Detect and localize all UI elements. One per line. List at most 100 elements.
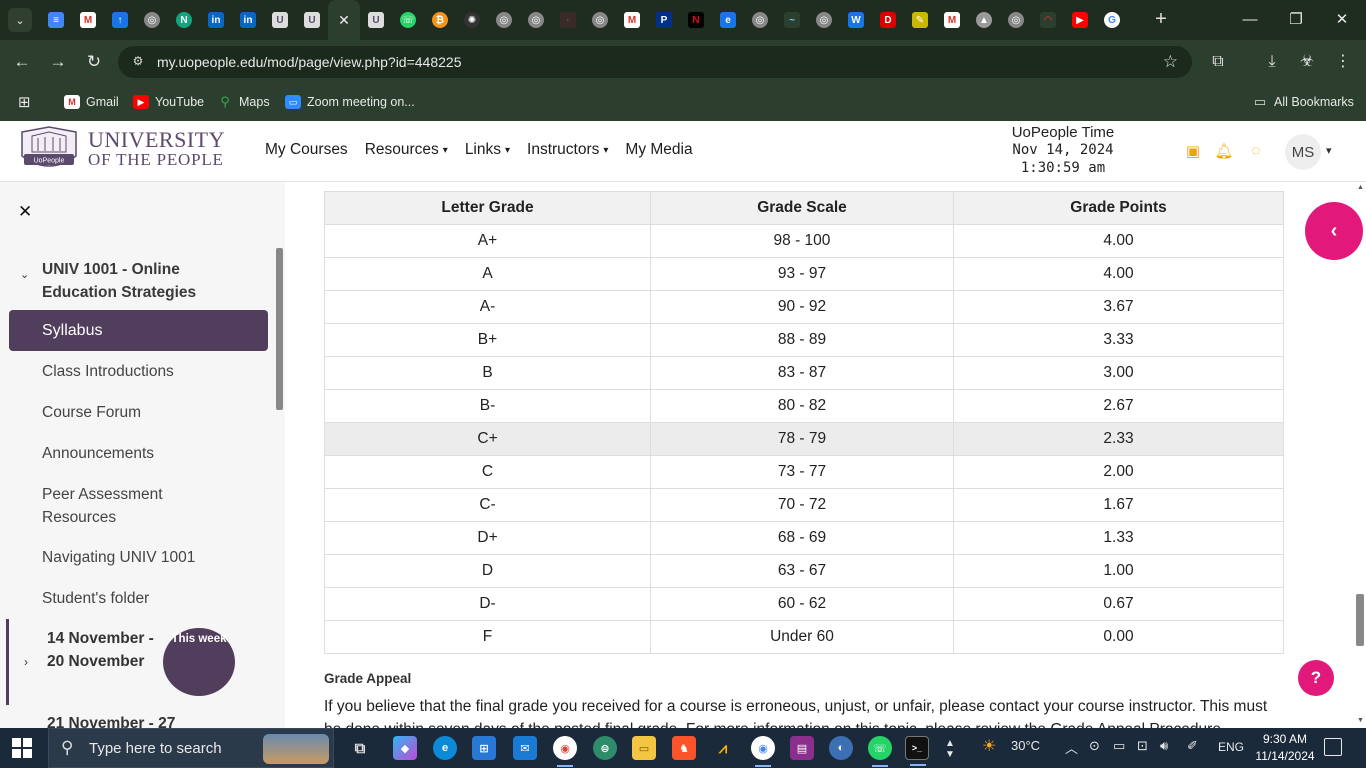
- taskbar-scroll-icon[interactable]: ▲ ▼: [945, 738, 955, 760]
- tab[interactable]: ◠: [1032, 0, 1064, 40]
- address-bar[interactable]: ⚙ my.uopeople.edu/mod/page/view.php?id=4…: [118, 46, 1192, 78]
- tab[interactable]: ◎: [584, 0, 616, 40]
- tab[interactable]: M: [72, 0, 104, 40]
- taskbar-search[interactable]: ⚲ Type here to search: [48, 728, 334, 768]
- chat-bubble-icon[interactable]: ◌: [1246, 142, 1266, 162]
- bookmark-gmail[interactable]: M Gmail: [64, 92, 119, 112]
- tab[interactable]: ▲: [968, 0, 1000, 40]
- drawer-item-students-folder[interactable]: Student's folder: [42, 587, 242, 610]
- tab[interactable]: ₿: [424, 0, 456, 40]
- weather-sun-icon[interactable]: ☀: [982, 736, 996, 756]
- search-highlight-image[interactable]: [263, 734, 329, 764]
- tab[interactable]: ◎: [808, 0, 840, 40]
- extensions-icon[interactable]: ⧉: [1206, 50, 1230, 74]
- tab[interactable]: in: [200, 0, 232, 40]
- edge-icon[interactable]: e: [433, 736, 457, 760]
- bookmark-zoom[interactable]: ▭ Zoom meeting on...: [285, 92, 415, 112]
- volume-icon[interactable]: 🔊︎: [1160, 738, 1168, 754]
- close-window-icon[interactable]: ✕: [1330, 8, 1354, 32]
- nav-links[interactable]: Links ▾: [465, 141, 510, 159]
- tab[interactable]: P: [648, 0, 680, 40]
- tab[interactable]: U: [296, 0, 328, 40]
- tab[interactable]: ~: [776, 0, 808, 40]
- site-info-icon[interactable]: ⚙: [130, 54, 146, 70]
- temperature[interactable]: 30°C: [1011, 738, 1040, 753]
- reload-icon[interactable]: ↻: [82, 50, 106, 74]
- nav-my-courses[interactable]: My Courses: [265, 141, 348, 159]
- mail-icon[interactable]: ✉: [513, 736, 537, 760]
- menu-kebab-icon[interactable]: ⋮: [1331, 50, 1355, 74]
- back-arrow-icon[interactable]: ←: [10, 50, 34, 74]
- close-icon[interactable]: ✕: [336, 12, 352, 28]
- tab[interactable]: ☏: [392, 0, 424, 40]
- windows-start-icon[interactable]: [12, 738, 32, 758]
- copilot-icon[interactable]: ◆: [393, 736, 417, 760]
- notification-icon[interactable]: [1324, 738, 1342, 756]
- apps-grid-icon[interactable]: ⊞: [18, 92, 31, 112]
- tab[interactable]: D: [872, 0, 904, 40]
- app-icon[interactable]: ◐: [829, 736, 853, 760]
- app-icon[interactable]: ⊜: [593, 736, 617, 760]
- new-tab-plus-icon[interactable]: +: [1150, 8, 1172, 30]
- next-week-section-title[interactable]: 21 November - 27: [47, 715, 175, 728]
- taskbar-clock[interactable]: 9:30 AM 11/14/2024: [1252, 731, 1318, 765]
- app-icon[interactable]: ⩘: [711, 736, 735, 760]
- tray-app-icon[interactable]: ⊙: [1089, 738, 1100, 754]
- tab[interactable]: e: [712, 0, 744, 40]
- scroll-down-arrow-icon[interactable]: ▼: [1357, 717, 1364, 724]
- tab[interactable]: ·: [552, 0, 584, 40]
- whatsapp-icon[interactable]: ☏: [868, 736, 892, 767]
- store-icon[interactable]: ⊞: [472, 736, 496, 760]
- bell-icon[interactable]: 🔔︎: [1214, 142, 1234, 162]
- close-drawer-icon[interactable]: ✕: [18, 202, 32, 222]
- tab[interactable]: ▶: [1064, 0, 1096, 40]
- winrar-icon[interactable]: ▤: [790, 736, 814, 760]
- network-icon[interactable]: ⊡: [1137, 738, 1148, 754]
- tab[interactable]: ✺: [456, 0, 488, 40]
- nav-resources[interactable]: Resources ▾: [365, 141, 448, 159]
- chevron-down-icon[interactable]: ▾: [1326, 144, 1332, 157]
- pen-icon[interactable]: ✐: [1187, 738, 1198, 754]
- task-view-icon[interactable]: ⧉: [348, 736, 372, 760]
- drawer-item-course-forum[interactable]: Course Forum: [42, 401, 242, 424]
- tab[interactable]: M: [936, 0, 968, 40]
- tab[interactable]: ≡: [40, 0, 72, 40]
- tab[interactable]: U: [264, 0, 296, 40]
- drawer-item-navigating[interactable]: Navigating UNIV 1001: [42, 546, 242, 569]
- tab[interactable]: W: [840, 0, 872, 40]
- nav-my-media[interactable]: My Media: [625, 141, 692, 159]
- profile-icon[interactable]: ☣: [1295, 50, 1319, 74]
- bookmark-maps[interactable]: ⚲ Maps: [217, 92, 269, 112]
- tab[interactable]: ◎: [488, 0, 520, 40]
- language[interactable]: ENG: [1218, 740, 1244, 754]
- chrome-icon[interactable]: ◉: [553, 736, 577, 767]
- university-crest-logo[interactable]: UoPeople: [18, 126, 80, 176]
- brave-icon[interactable]: ♞: [672, 736, 696, 760]
- open-drawer-chevron-left-icon[interactable]: ‹: [1305, 202, 1363, 260]
- tab[interactable]: G: [1096, 0, 1128, 40]
- download-icon[interactable]: ⤓: [1260, 50, 1284, 74]
- chevron-right-icon[interactable]: ›: [24, 655, 28, 669]
- drawer-item-peer-assessment[interactable]: Peer Assessment Resources: [42, 483, 202, 529]
- calendar-icon[interactable]: ▣: [1183, 142, 1203, 162]
- tab[interactable]: N: [168, 0, 200, 40]
- help-icon[interactable]: ?: [1298, 660, 1334, 696]
- tab[interactable]: in: [232, 0, 264, 40]
- tray-overflow-icon[interactable]: ︿: [1065, 738, 1078, 757]
- tab[interactable]: ✎: [904, 0, 936, 40]
- tab-search-chevron-icon[interactable]: ⌄: [8, 8, 32, 32]
- scroll-up-arrow-icon[interactable]: ▲: [1357, 184, 1364, 191]
- tab[interactable]: ◎: [136, 0, 168, 40]
- forward-arrow-icon[interactable]: →: [46, 50, 70, 74]
- tab[interactable]: N: [680, 0, 712, 40]
- url-text[interactable]: my.uopeople.edu/mod/page/view.php?id=448…: [157, 54, 461, 70]
- chrome-profile-icon[interactable]: ◉: [751, 736, 775, 767]
- tab-active[interactable]: ✕: [328, 0, 360, 40]
- file-explorer-icon[interactable]: ▭: [632, 736, 656, 760]
- battery-icon[interactable]: ▭: [1113, 738, 1125, 754]
- tab[interactable]: ◎: [520, 0, 552, 40]
- drawer-scrollbar[interactable]: [276, 248, 283, 410]
- drawer-item-syllabus[interactable]: Syllabus: [9, 310, 268, 351]
- all-bookmarks[interactable]: ▭ All Bookmarks: [1252, 92, 1354, 112]
- bookmark-youtube[interactable]: ▶ YouTube: [133, 92, 204, 112]
